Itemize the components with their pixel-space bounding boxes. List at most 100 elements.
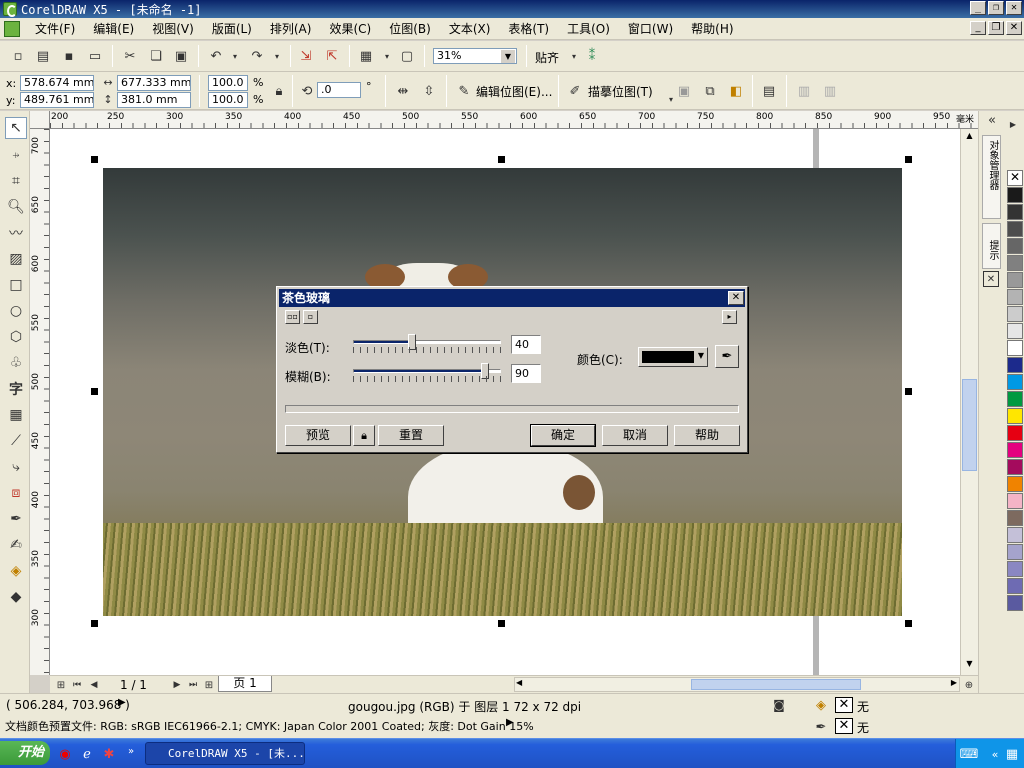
- selection-handle[interactable]: [905, 388, 912, 395]
- width-input[interactable]: 677.333 mm: [117, 75, 191, 91]
- color-picker-dropdown[interactable]: ▼: [638, 347, 708, 367]
- interactive-fill-tool-icon[interactable]: ◆: [5, 586, 27, 608]
- profile-arrow-icon[interactable]: ▶: [506, 717, 514, 728]
- scale-x-input[interactable]: 100.0: [208, 75, 248, 91]
- horizontal-scrollbar[interactable]: ◀ ▶: [514, 677, 960, 692]
- blur-slider[interactable]: [353, 363, 501, 379]
- doc-close-button[interactable]: ✕: [1006, 21, 1022, 35]
- palette-swatch[interactable]: [1007, 459, 1023, 475]
- menu-layout[interactable]: 版面(L): [203, 18, 261, 40]
- snap-dropdown-icon[interactable]: ▾: [565, 47, 583, 65]
- palette-swatch[interactable]: [1007, 255, 1023, 271]
- outline-pen-tool-icon[interactable]: ✍: [5, 534, 27, 556]
- blur-value-input[interactable]: 90: [511, 364, 541, 383]
- paste-icon[interactable]: ▣: [172, 47, 190, 65]
- ruler-origin[interactable]: [30, 111, 50, 129]
- tray-expand-icon[interactable]: «: [986, 745, 1004, 763]
- palette-swatch[interactable]: [1007, 204, 1023, 220]
- vertical-scroll-thumb[interactable]: [962, 379, 977, 471]
- redo-icon[interactable]: ↷: [248, 47, 266, 65]
- open-folder-icon[interactable]: ▤: [34, 47, 52, 65]
- docker-close-icon[interactable]: ✕: [983, 271, 999, 287]
- help-button[interactable]: 帮助: [674, 425, 740, 446]
- palette-swatch[interactable]: [1007, 272, 1023, 288]
- close-window-button[interactable]: ✕: [1006, 1, 1022, 15]
- x-position-input[interactable]: 578.674 mm: [20, 75, 94, 91]
- hints-tab[interactable]: 提示: [982, 223, 1001, 269]
- palette-swatch[interactable]: [1007, 425, 1023, 441]
- palette-swatch[interactable]: [1007, 527, 1023, 543]
- palette-swatch[interactable]: [1007, 578, 1023, 594]
- new-document-icon[interactable]: ▫: [9, 47, 27, 65]
- pick-tool-icon[interactable]: ↖: [5, 117, 27, 139]
- fill-none-swatch[interactable]: ✕: [835, 697, 853, 713]
- crop-bitmap-icon[interactable]: ⧉: [701, 82, 719, 100]
- menu-text[interactable]: 文本(X): [440, 18, 500, 40]
- eyedropper-tool-icon[interactable]: ✒: [5, 508, 27, 530]
- palette-swatch[interactable]: [1007, 238, 1023, 254]
- bitmap-color-mask-icon[interactable]: ◧: [727, 82, 745, 100]
- selection-handle[interactable]: [498, 620, 505, 627]
- ellipse-tool-icon[interactable]: ○: [5, 300, 27, 322]
- menu-tools[interactable]: 工具(O): [558, 18, 619, 40]
- palette-swatch[interactable]: [1007, 544, 1023, 560]
- cancel-button[interactable]: 取消: [602, 425, 668, 446]
- zoom-level-dropdown[interactable]: 31% ▼: [433, 48, 517, 64]
- rotation-angle-input[interactable]: .0: [317, 82, 361, 98]
- vertical-ruler[interactable]: 700 650 600 550 500 450 400 350 300: [30, 129, 50, 675]
- dialog-expand-icon[interactable]: ▸: [722, 310, 737, 324]
- doc-minimize-button[interactable]: _: [970, 21, 986, 35]
- fade-value-input[interactable]: 40: [511, 335, 541, 354]
- ok-button[interactable]: 确定: [530, 424, 596, 447]
- palette-swatch[interactable]: [1007, 408, 1023, 424]
- palette-swatch[interactable]: [1007, 187, 1023, 203]
- export-icon[interactable]: ⇱: [323, 47, 341, 65]
- fill-tool-icon[interactable]: ◈: [5, 560, 27, 582]
- dimension-tool-icon[interactable]: ⟋: [5, 430, 27, 452]
- palette-swatch[interactable]: [1007, 323, 1023, 339]
- minimize-button[interactable]: _: [970, 1, 986, 15]
- palette-swatch[interactable]: [1007, 510, 1023, 526]
- no-color-swatch[interactable]: ✕: [1007, 170, 1023, 186]
- crop-tool-icon[interactable]: ⌗: [5, 170, 27, 192]
- selection-handle[interactable]: [905, 620, 912, 627]
- quicklaunch-app-icon[interactable]: ✱: [100, 745, 118, 763]
- selection-handle[interactable]: [91, 388, 98, 395]
- first-page-icon[interactable]: ⏮: [68, 676, 86, 694]
- page-tab-1[interactable]: 页 1: [218, 676, 272, 692]
- freehand-tool-icon[interactable]: 〰: [5, 222, 27, 244]
- object-manager-tab[interactable]: 对象管理器: [982, 135, 1001, 219]
- launcher-dropdown-icon[interactable]: ▾: [378, 47, 396, 65]
- y-position-input[interactable]: 489.761 mm: [20, 92, 94, 108]
- add-page-after-icon[interactable]: ⊞: [200, 676, 218, 694]
- undo-icon[interactable]: ↶: [207, 47, 225, 65]
- table-tool-icon[interactable]: ▦: [5, 404, 27, 426]
- height-input[interactable]: 381.0 mm: [117, 92, 191, 108]
- palette-swatch[interactable]: [1007, 289, 1023, 305]
- basic-shapes-tool-icon[interactable]: ♧: [5, 352, 27, 374]
- menu-file[interactable]: 文件(F): [26, 18, 84, 40]
- copy-icon[interactable]: ❏: [147, 47, 165, 65]
- palette-swatch[interactable]: [1007, 561, 1023, 577]
- print-icon[interactable]: ▭: [86, 47, 104, 65]
- scroll-right-icon[interactable]: ▶: [951, 678, 957, 687]
- reset-button[interactable]: 重置: [378, 425, 444, 446]
- selection-handle[interactable]: [905, 156, 912, 163]
- shape-tool-icon[interactable]: ⍆: [5, 144, 27, 166]
- redo-dropdown-icon[interactable]: ▾: [268, 47, 286, 65]
- eyedropper-icon[interactable]: ✒: [715, 345, 739, 368]
- restore-button[interactable]: ❐: [988, 1, 1004, 15]
- palette-swatch[interactable]: [1007, 476, 1023, 492]
- rectangle-tool-icon[interactable]: □: [5, 274, 27, 296]
- lock-ratio-icon[interactable]: 🔒︎: [270, 82, 288, 100]
- menu-window[interactable]: 窗口(W): [619, 18, 682, 40]
- palette-scroll-up-icon[interactable]: ▶: [1005, 117, 1021, 131]
- palette-swatch[interactable]: [1007, 357, 1023, 373]
- previous-page-icon[interactable]: ◀: [85, 676, 103, 694]
- import-icon[interactable]: ⇲: [297, 47, 315, 65]
- options-icon[interactable]: ⁑: [583, 47, 601, 65]
- navigator-zoom-icon[interactable]: ⊕: [960, 676, 978, 694]
- zoom-tool-icon[interactable]: 🔍︎: [5, 196, 27, 218]
- trace-bitmap-button[interactable]: 描摹位图(T): [588, 83, 653, 100]
- text-tool-icon[interactable]: 字: [5, 378, 27, 400]
